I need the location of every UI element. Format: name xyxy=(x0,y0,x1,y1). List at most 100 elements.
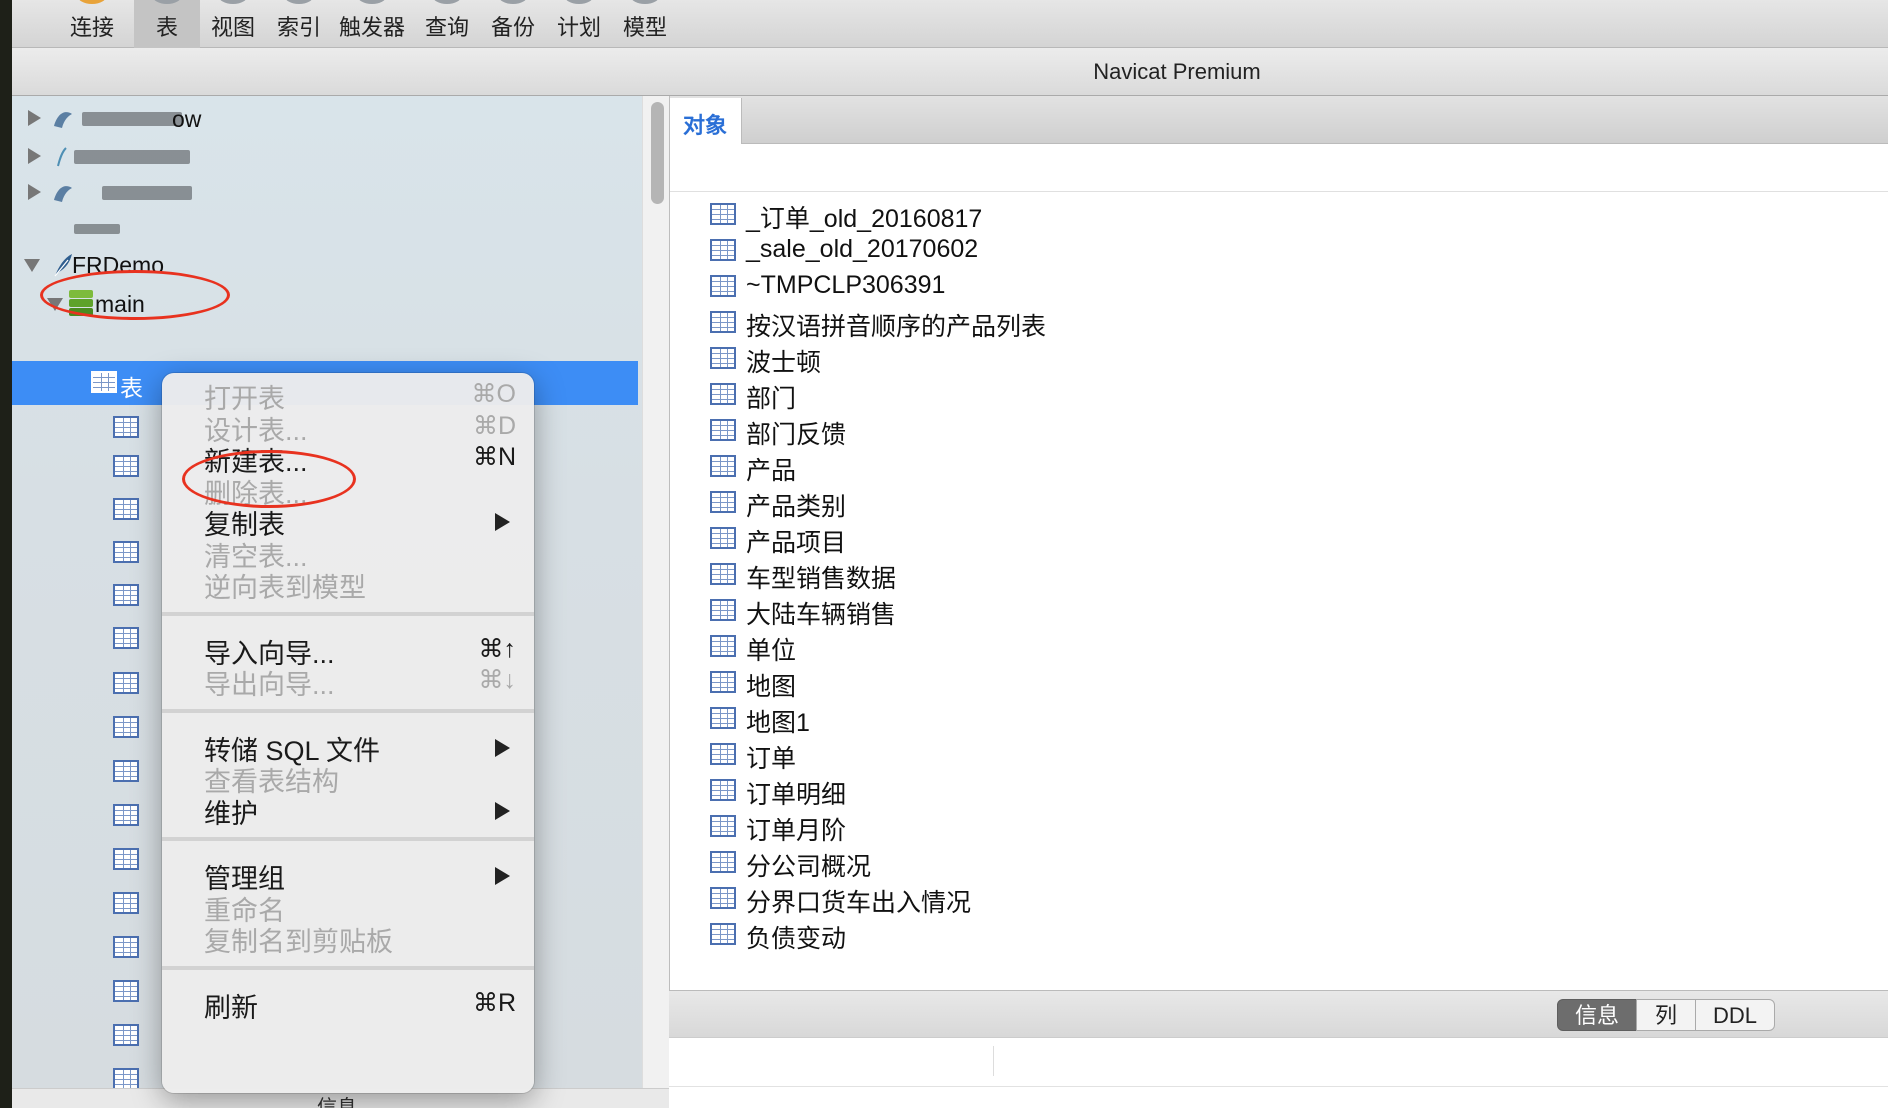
table-icon[interactable] xyxy=(113,584,139,606)
object-list-item[interactable]: ~TMPCLP306391 xyxy=(710,268,1810,304)
tab-objects[interactable]: 对象 xyxy=(670,98,742,144)
info-bottom-border xyxy=(669,1086,1888,1087)
toolbar-index-button[interactable]: 索引 xyxy=(266,0,332,48)
disclosure-right-icon[interactable] xyxy=(28,184,41,200)
object-list-item[interactable]: 分界口货车出入情况 xyxy=(710,880,1810,917)
object-list-item[interactable]: 产品项目 xyxy=(710,520,1810,557)
object-name: 分界口货车出入情况 xyxy=(746,889,972,917)
info-bar: 信息 列 DDL xyxy=(669,990,1888,1038)
redacted-name xyxy=(74,150,190,164)
table-icon[interactable] xyxy=(113,804,139,826)
disclosure-down-icon[interactable] xyxy=(24,259,40,272)
menu-separator xyxy=(162,965,534,970)
tree-connection-frdemo[interactable]: FRDemo xyxy=(12,244,652,286)
table-icon xyxy=(710,851,736,873)
object-name: 订单 xyxy=(746,745,797,773)
sidebar-scrollbar-thumb[interactable] xyxy=(651,102,664,204)
object-list-item[interactable]: 订单 xyxy=(710,736,1810,773)
table-icon xyxy=(710,887,736,909)
object-list-item[interactable]: 大陆车辆销售 xyxy=(710,592,1810,629)
toolbar-backup-button[interactable]: 备份 xyxy=(480,0,546,48)
object-list-item[interactable]: 按汉语拼音顺序的产品列表 xyxy=(710,304,1810,341)
table-icon[interactable] xyxy=(113,716,139,738)
object-name: 地图 xyxy=(746,673,797,701)
table-icon xyxy=(710,383,736,405)
table-icon xyxy=(710,419,736,441)
tab-columns[interactable]: 列 xyxy=(1636,999,1696,1031)
table-icon[interactable] xyxy=(113,1068,139,1090)
table-icon[interactable] xyxy=(113,541,139,563)
table-icon[interactable] xyxy=(113,455,139,477)
sidebar-scrollbar[interactable] xyxy=(642,96,669,1108)
table-icon[interactable] xyxy=(113,892,139,914)
object-list-item[interactable]: _sale_old_20170602 xyxy=(710,232,1810,268)
object-list-item[interactable]: 订单明细 xyxy=(710,772,1810,809)
menu-separator xyxy=(162,837,534,841)
tree-database-main[interactable]: main xyxy=(12,283,652,325)
toolbar-query-button[interactable]: 查询 xyxy=(414,0,480,48)
submenu-arrow-icon xyxy=(495,867,510,885)
menu-item-shortcut: ⌘D xyxy=(472,411,516,440)
submenu-arrow-icon xyxy=(495,513,510,531)
object-list-item[interactable]: 单位 xyxy=(710,628,1810,665)
table-icon xyxy=(710,275,736,297)
table-context-menu: 打开表 ⌘O 设计表... ⌘D 新建表... ⌘N 删除表... 复制表 清空表... 逆向表到… xyxy=(162,373,534,1093)
object-list-item[interactable]: 波士顿 xyxy=(710,340,1810,377)
object-list-item[interactable]: 产品类别 xyxy=(710,484,1810,521)
table-icon[interactable] xyxy=(113,980,139,1002)
table-icon[interactable] xyxy=(113,760,139,782)
table-icon[interactable] xyxy=(113,848,139,870)
table-icon xyxy=(710,671,736,693)
object-list-item[interactable]: 产品 xyxy=(710,448,1810,485)
object-list-item[interactable]: 负债变动 xyxy=(710,916,1810,953)
context-menu-item[interactable]: 维护 xyxy=(162,790,534,829)
toolbar-model-button[interactable]: 模型 xyxy=(612,0,678,48)
table-icon[interactable] xyxy=(113,1024,139,1046)
disclosure-down-icon[interactable] xyxy=(47,298,63,311)
object-name: 负债变动 xyxy=(746,925,847,953)
menu-item-shortcut: ⌘R xyxy=(472,988,516,1017)
object-list-item[interactable]: _订单_old_20160817 xyxy=(710,196,1810,233)
table-icon[interactable] xyxy=(113,936,139,958)
table-icon[interactable] xyxy=(113,627,139,649)
tab-info[interactable]: 信息 xyxy=(1557,999,1637,1031)
object-name: _sale_old_20170602 xyxy=(746,235,979,263)
table-icon xyxy=(710,563,736,585)
object-name: ~TMPCLP306391 xyxy=(746,271,946,299)
object-list-item[interactable]: 订单月阶 xyxy=(710,808,1810,845)
table-icon[interactable] xyxy=(113,498,139,520)
object-toolbar xyxy=(670,144,1888,192)
object-name: 车型销售数据 xyxy=(746,565,897,593)
table-icon xyxy=(710,347,736,369)
tab-ddl[interactable]: DDL xyxy=(1695,999,1775,1031)
object-list-item[interactable]: 分公司概况 xyxy=(710,844,1810,881)
object-name: 订单月阶 xyxy=(746,817,847,845)
toolbar-trigger-button[interactable]: 触发器 xyxy=(332,0,412,48)
table-icon[interactable] xyxy=(113,672,139,694)
tree-connection-blurred-1[interactable]: ow xyxy=(12,98,652,140)
toolbar-table-button[interactable]: 表 xyxy=(134,0,200,48)
object-list-item[interactable]: 部门反馈 xyxy=(710,412,1810,449)
window-title: Navicat Premium xyxy=(1093,59,1261,84)
table-icon xyxy=(710,707,736,729)
toolbar-schedule-button[interactable]: 计划 xyxy=(546,0,612,48)
menu-item-label: 维护 xyxy=(204,798,258,829)
submenu-arrow-icon xyxy=(495,801,510,820)
object-list-item[interactable]: 部门 xyxy=(710,376,1810,413)
table-icon xyxy=(710,743,736,765)
disclosure-right-icon[interactable] xyxy=(28,110,41,126)
object-list-item[interactable]: 地图 xyxy=(710,664,1810,701)
sidebar-footer-label: 信息 xyxy=(317,1097,357,1108)
view-icon xyxy=(218,0,248,4)
object-list-item[interactable]: 车型销售数据 xyxy=(710,556,1810,593)
title-bar: Navicat Premium xyxy=(12,48,1888,96)
navicat-window: 连接 表 视图 索引 触发器 查询 备份 计划 模型 Navicat Premi… xyxy=(0,0,1888,1108)
table-icon[interactable] xyxy=(113,416,139,438)
object-list-item[interactable]: 地图1 xyxy=(710,700,1810,737)
toolbar-connection-button[interactable]: 连接 xyxy=(54,0,130,48)
toolbar-view-button[interactable]: 视图 xyxy=(200,0,266,48)
object-name: 地图1 xyxy=(746,709,810,737)
context-menu-item[interactable]: 刷新 ⌘R xyxy=(162,984,534,1023)
table-icon xyxy=(710,923,736,945)
disclosure-right-icon[interactable] xyxy=(28,148,41,164)
